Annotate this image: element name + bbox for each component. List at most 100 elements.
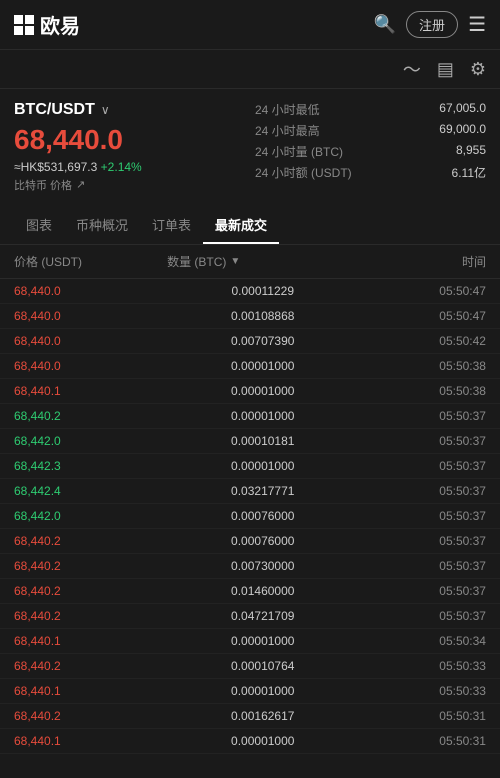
logo: 欧易 bbox=[14, 10, 80, 39]
card-icon[interactable]: ▤ bbox=[437, 59, 454, 80]
trade-price: 68,440.0 bbox=[14, 334, 167, 348]
stat-label-1: 24 小时最高 bbox=[255, 122, 320, 139]
stat-row-2: 24 小时量 (BTC) 8,955 bbox=[255, 143, 486, 160]
trade-row: 68,440.2 0.00076000 05:50:37 bbox=[0, 529, 500, 554]
time-col-header: 时间 bbox=[358, 253, 486, 270]
trade-row: 68,440.2 0.00010764 05:50:33 bbox=[0, 654, 500, 679]
stat-value-2: 8,955 bbox=[456, 143, 486, 160]
trade-price: 68,440.2 bbox=[14, 609, 167, 623]
trade-amount: 0.00001000 bbox=[167, 684, 358, 698]
trade-price: 68,440.2 bbox=[14, 534, 167, 548]
btc-label: 比特币 价格 ↗ bbox=[14, 177, 245, 193]
trade-time: 05:50:47 bbox=[358, 309, 486, 323]
trade-amount: 0.04721709 bbox=[167, 609, 358, 623]
trade-row: 68,442.0 0.00076000 05:50:37 bbox=[0, 504, 500, 529]
trade-amount: 0.00001000 bbox=[167, 634, 358, 648]
trade-price: 68,442.4 bbox=[14, 484, 167, 498]
trade-row: 68,440.1 0.00001000 05:50:31 bbox=[0, 729, 500, 754]
trade-row: 68,440.2 0.01460000 05:50:37 bbox=[0, 579, 500, 604]
hk-price-value: ≈HK$531,697.3 bbox=[14, 160, 97, 174]
stat-label-2: 24 小时量 (BTC) bbox=[255, 143, 343, 160]
trade-amount: 0.00001000 bbox=[167, 409, 358, 423]
trade-price: 68,442.0 bbox=[14, 434, 167, 448]
trade-time: 05:50:37 bbox=[358, 609, 486, 623]
trade-time: 05:50:31 bbox=[358, 709, 486, 723]
trade-price: 68,440.0 bbox=[14, 359, 167, 373]
pair-chevron-icon[interactable]: ∨ bbox=[101, 103, 110, 117]
trade-amount: 0.00010764 bbox=[167, 659, 358, 673]
trade-price: 68,440.1 bbox=[14, 634, 167, 648]
stat-value-1: 69,000.0 bbox=[439, 122, 486, 139]
main-price: 68,440.0 bbox=[14, 125, 245, 156]
pair-row: BTC/USDT ∨ bbox=[14, 101, 245, 119]
trade-amount: 0.00162617 bbox=[167, 709, 358, 723]
trade-time: 05:50:34 bbox=[358, 634, 486, 648]
trade-time: 05:50:37 bbox=[358, 434, 486, 448]
trade-row: 68,442.3 0.00001000 05:50:37 bbox=[0, 454, 500, 479]
trade-price: 68,440.1 bbox=[14, 684, 167, 698]
trade-time: 05:50:33 bbox=[358, 659, 486, 673]
stat-value-0: 67,005.0 bbox=[439, 101, 486, 118]
pair-name: BTC/USDT bbox=[14, 101, 95, 119]
trade-time: 05:50:37 bbox=[358, 459, 486, 473]
tab-orders[interactable]: 订单表 bbox=[140, 205, 203, 244]
tab-overview[interactable]: 币种概况 bbox=[64, 205, 140, 244]
trade-price: 68,440.2 bbox=[14, 659, 167, 673]
price-stats: 24 小时最低 67,005.0 24 小时最高 69,000.0 24 小时量… bbox=[255, 101, 486, 193]
trade-time: 05:50:37 bbox=[358, 559, 486, 573]
filter-icon[interactable]: ▼ bbox=[230, 256, 240, 267]
register-button[interactable]: 注册 bbox=[406, 11, 458, 38]
trade-amount: 0.00011229 bbox=[167, 284, 358, 298]
trade-time: 05:50:42 bbox=[358, 334, 486, 348]
trade-time: 05:50:37 bbox=[358, 534, 486, 548]
trade-row: 68,440.0 0.00001000 05:50:38 bbox=[0, 354, 500, 379]
tab-chart[interactable]: 图表 bbox=[14, 205, 64, 244]
trade-amount: 0.00707390 bbox=[167, 334, 358, 348]
trade-row: 68,440.2 0.00730000 05:50:37 bbox=[0, 554, 500, 579]
trade-row: 68,440.2 0.00001000 05:50:37 bbox=[0, 404, 500, 429]
trade-price: 68,440.0 bbox=[14, 284, 167, 298]
menu-button[interactable]: ☰ bbox=[468, 12, 486, 37]
price-section: BTC/USDT ∨ 68,440.0 ≈HK$531,697.3 +2.14%… bbox=[0, 89, 500, 205]
trade-amount: 0.00001000 bbox=[167, 359, 358, 373]
stat-label-3: 24 小时额 (USDT) bbox=[255, 164, 352, 181]
trade-row: 68,440.0 0.00011229 05:50:47 bbox=[0, 279, 500, 304]
trade-row: 68,440.2 0.04721709 05:50:37 bbox=[0, 604, 500, 629]
trade-time: 05:50:37 bbox=[358, 409, 486, 423]
trade-time: 05:50:37 bbox=[358, 484, 486, 498]
stat-row-1: 24 小时最高 69,000.0 bbox=[255, 122, 486, 139]
trade-time: 05:50:47 bbox=[358, 284, 486, 298]
trade-row: 68,442.4 0.03217771 05:50:37 bbox=[0, 479, 500, 504]
stat-label-0: 24 小时最低 bbox=[255, 101, 320, 118]
header-actions: 🔍 注册 ☰ bbox=[374, 11, 486, 38]
settings-icon[interactable]: ⚙ bbox=[470, 59, 486, 80]
stat-row-0: 24 小时最低 67,005.0 bbox=[255, 101, 486, 118]
trade-amount: 0.00001000 bbox=[167, 384, 358, 398]
trade-price: 68,440.2 bbox=[14, 409, 167, 423]
trade-amount: 0.00010181 bbox=[167, 434, 358, 448]
trade-price: 68,440.1 bbox=[14, 734, 167, 748]
logo-text: 欧易 bbox=[40, 10, 80, 39]
trade-amount: 0.03217771 bbox=[167, 484, 358, 498]
trade-price: 68,440.2 bbox=[14, 584, 167, 598]
trade-price: 68,440.1 bbox=[14, 384, 167, 398]
search-button[interactable]: 🔍 bbox=[374, 14, 396, 35]
tab-trades[interactable]: 最新成交 bbox=[203, 205, 279, 244]
trade-row: 68,440.0 0.00707390 05:50:42 bbox=[0, 329, 500, 354]
trade-time: 05:50:38 bbox=[358, 359, 486, 373]
trade-row: 68,442.0 0.00010181 05:50:37 bbox=[0, 429, 500, 454]
trade-row: 68,440.1 0.00001000 05:50:33 bbox=[0, 679, 500, 704]
chart-wave-icon[interactable]: 〜 bbox=[403, 56, 421, 82]
tabs-bar: 图表 币种概况 订单表 最新成交 bbox=[0, 205, 500, 245]
price-left: BTC/USDT ∨ 68,440.0 ≈HK$531,697.3 +2.14%… bbox=[14, 101, 245, 193]
trade-price: 68,442.3 bbox=[14, 459, 167, 473]
trade-row: 68,440.1 0.00001000 05:50:34 bbox=[0, 629, 500, 654]
trade-amount: 0.00001000 bbox=[167, 459, 358, 473]
trade-amount: 0.01460000 bbox=[167, 584, 358, 598]
change-pct: +2.14% bbox=[101, 160, 142, 174]
logo-icon bbox=[14, 15, 34, 35]
stat-row-3: 24 小时额 (USDT) 6.11亿 bbox=[255, 164, 486, 181]
stat-value-3: 6.11亿 bbox=[452, 164, 486, 181]
trade-time: 05:50:33 bbox=[358, 684, 486, 698]
trade-amount: 0.00730000 bbox=[167, 559, 358, 573]
